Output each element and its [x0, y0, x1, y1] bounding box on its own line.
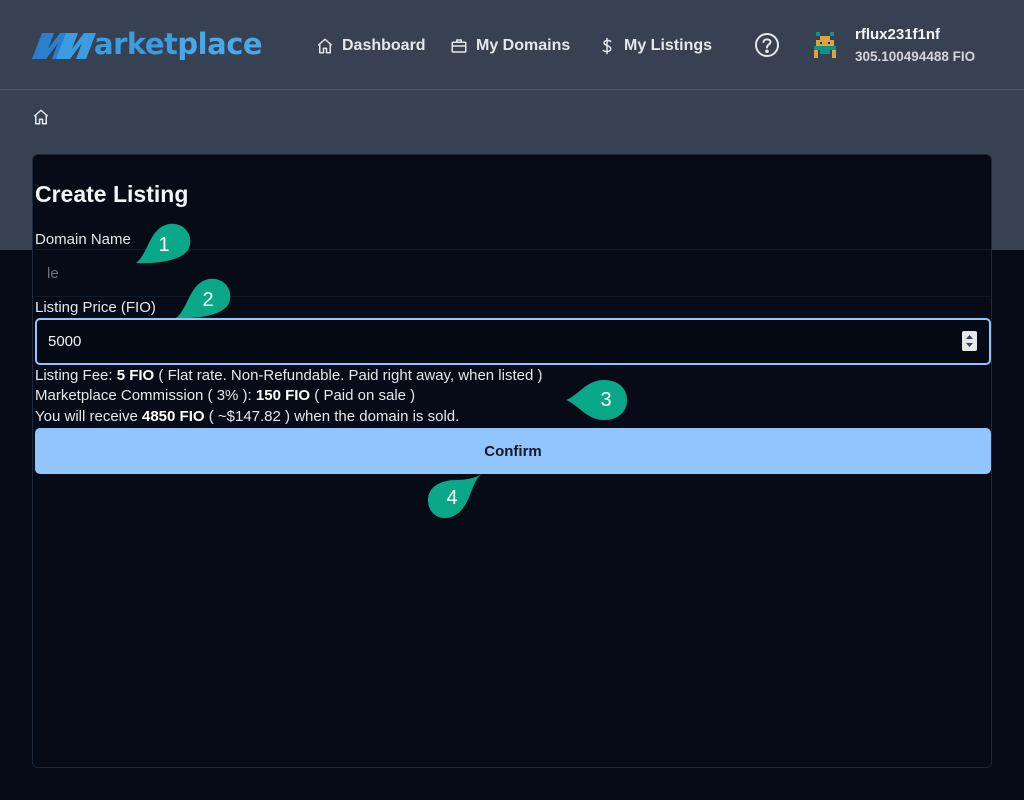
page-title: Create Listing — [35, 181, 189, 207]
annotation-number-1: 1 — [158, 233, 170, 256]
listing-price-field[interactable] — [35, 318, 991, 365]
number-stepper[interactable] — [962, 331, 977, 351]
logo-text: arketplace — [94, 27, 263, 61]
briefcase-icon — [451, 39, 467, 53]
annotation-marker-2: 2 — [174, 275, 234, 325]
logo-text-part: arket — [94, 27, 178, 61]
marketplace-logo[interactable]: arketplace — [32, 24, 263, 64]
top-header: arketplace Dashboard My Domains My Listi… — [0, 0, 1024, 90]
logo-m-icon — [32, 33, 96, 59]
user-name[interactable]: rflux231f1nf — [855, 26, 940, 43]
nav-my-listings[interactable]: My Listings — [598, 34, 712, 58]
fee-suffix: ( Flat rate. Non-Refundable. Paid right … — [154, 367, 543, 384]
pixel-avatar-icon[interactable] — [812, 32, 838, 58]
listing-price-label: Listing Price (FIO) — [35, 299, 156, 316]
breadcrumb-home-icon[interactable] — [32, 108, 50, 126]
annotation-number-4: 4 — [446, 486, 458, 509]
receive-prefix: You will receive — [35, 408, 142, 425]
home-icon — [317, 38, 333, 54]
commission-text: Marketplace Commission ( 3% ): 150 FIO (… — [35, 387, 415, 404]
nav-dashboard[interactable]: Dashboard — [316, 34, 426, 58]
fee-prefix: Listing Fee: — [35, 367, 117, 384]
listing-price-input[interactable] — [37, 320, 989, 363]
receive-amount: 4850 FIO — [142, 408, 205, 425]
nav-dashboard-label: Dashboard — [342, 37, 426, 54]
listing-fee-text: Listing Fee: 5 FIO ( Flat rate. Non-Refu… — [35, 367, 542, 384]
commission-suffix: ( Paid on sale ) — [310, 387, 416, 404]
annotation-marker-1: 1 — [134, 220, 194, 270]
annotation-number-3: 3 — [600, 388, 612, 411]
commission-amount: 150 FIO — [255, 387, 311, 404]
logo-text-place: place — [177, 27, 263, 61]
nav-my-listings-label: My Listings — [624, 37, 713, 54]
receive-suffix: ( ~$147.82 ) when the domain is sold. — [204, 408, 460, 425]
commission-prefix: Marketplace Commission ( 3% ): — [35, 387, 256, 404]
nav-my-domains[interactable]: My Domains — [450, 34, 570, 58]
nav-my-domains-label: My Domains — [476, 37, 571, 54]
fee-amount: 5 FIO — [116, 367, 155, 384]
domain-name-label: Domain Name — [35, 231, 131, 248]
annotation-marker-3: 3 — [566, 378, 630, 422]
dollar-icon — [602, 37, 612, 55]
help-circle-icon[interactable] — [754, 32, 780, 58]
user-balance: 305.100494488 FIO — [855, 49, 976, 64]
receive-text: You will receive 4850 FIO ( ~$147.82 ) w… — [35, 408, 459, 425]
page: arketplace Dashboard My Domains My Listi… — [0, 0, 1024, 800]
confirm-button[interactable]: Confirm — [35, 428, 991, 474]
annotation-number-2: 2 — [202, 288, 214, 311]
annotation-marker-4: 4 — [426, 472, 486, 520]
